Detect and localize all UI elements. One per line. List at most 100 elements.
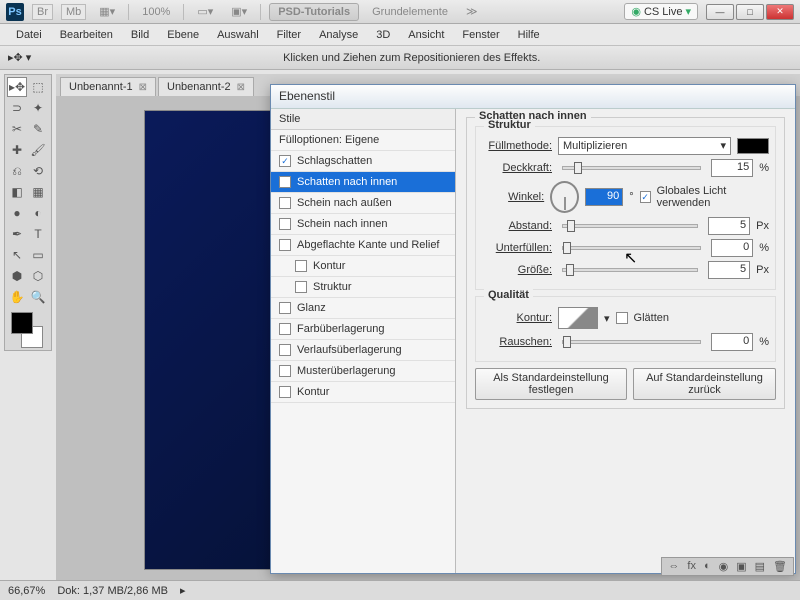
menu-3d[interactable]: 3D — [368, 27, 398, 43]
zoom-tool[interactable]: 🔍 — [28, 287, 48, 307]
style-schein-innen[interactable]: Schein nach innen — [271, 214, 455, 235]
contour-picker[interactable] — [558, 307, 598, 329]
eyedropper-tool[interactable]: ✎ — [28, 119, 48, 139]
style-bevel-kontur[interactable]: Kontur — [271, 256, 455, 277]
blend-options[interactable]: Fülloptionen: Eigene — [271, 130, 455, 151]
checkbox[interactable] — [279, 218, 291, 230]
marquee-tool[interactable]: ⬚ — [28, 77, 48, 97]
noise-input[interactable]: 0 — [711, 333, 753, 351]
style-verlauf[interactable]: Verlaufsüberlagerung — [271, 340, 455, 361]
layout-icon[interactable]: ▦▾ — [94, 3, 120, 20]
workspace-grund[interactable]: Grundelemente — [367, 4, 453, 20]
cslive-button[interactable]: ◉ CS Live ▾ — [624, 3, 698, 20]
3d-cam-tool[interactable]: ⬡ — [28, 266, 48, 286]
path-tool[interactable]: ↖ — [7, 245, 27, 265]
zoom-level[interactable]: 100% — [137, 4, 175, 20]
choke-input[interactable]: 0 — [711, 239, 753, 257]
new-icon[interactable]: ▤ — [755, 560, 765, 573]
pen-tool[interactable]: ✒ — [7, 224, 27, 244]
distance-input[interactable]: 5 — [708, 217, 750, 235]
fg-swatch[interactable] — [11, 312, 33, 334]
more-icon[interactable]: ≫ — [461, 3, 483, 20]
shape-tool[interactable]: ▭ — [28, 245, 48, 265]
choke-slider[interactable] — [562, 246, 701, 250]
link-icon[interactable]: ⇔ — [668, 560, 679, 573]
checkbox[interactable]: ✓ — [279, 155, 291, 167]
blendmode-select[interactable]: Multiplizieren — [558, 137, 731, 155]
menu-filter[interactable]: Filter — [269, 27, 309, 43]
angle-dial[interactable] — [550, 181, 579, 213]
menu-auswahl[interactable]: Auswahl — [209, 27, 267, 43]
checkbox[interactable] — [279, 302, 291, 314]
menu-ansicht[interactable]: Ansicht — [400, 27, 452, 43]
style-muster[interactable]: Musterüberlagerung — [271, 361, 455, 382]
opacity-slider[interactable] — [562, 166, 701, 170]
noise-slider[interactable] — [562, 340, 701, 344]
lasso-tool[interactable]: ⊃ — [7, 98, 27, 118]
styles-header[interactable]: Stile — [271, 109, 455, 130]
checkbox[interactable] — [279, 323, 291, 335]
make-default-button[interactable]: Als Standardeinstellung festlegen — [475, 368, 627, 400]
style-kontur[interactable]: Kontur — [271, 382, 455, 403]
mb-icon[interactable]: Mb — [61, 4, 86, 20]
fx-icon[interactable]: fx — [687, 560, 696, 573]
move-tool[interactable]: ▸✥ — [7, 77, 27, 97]
menu-datei[interactable]: Datei — [8, 27, 50, 43]
menu-analyse[interactable]: Analyse — [311, 27, 366, 43]
hand-tool[interactable]: ✋ — [7, 287, 27, 307]
distance-slider[interactable] — [562, 224, 698, 228]
move-tool-icon[interactable]: ▸✥ ▾ — [8, 51, 31, 64]
history-tool[interactable]: ⟲ — [28, 161, 48, 181]
style-schatten-innen[interactable]: ✓Schatten nach innen — [271, 172, 455, 193]
close-icon[interactable]: ⊠ — [139, 82, 147, 93]
color-swatches[interactable] — [7, 312, 47, 348]
style-farbe[interactable]: Farbüberlagerung — [271, 319, 455, 340]
menu-bearbeiten[interactable]: Bearbeiten — [52, 27, 121, 43]
heal-tool[interactable]: ✚ — [7, 140, 27, 160]
3d-tool[interactable]: ⬢ — [7, 266, 27, 286]
workspace-psd[interactable]: PSD-Tutorials — [269, 3, 359, 21]
size-input[interactable]: 5 — [708, 261, 750, 279]
reset-default-button[interactable]: Auf Standardeinstellung zurück — [633, 368, 776, 400]
angle-input[interactable]: 90 — [585, 188, 623, 206]
maximize-button[interactable]: □ — [736, 4, 764, 20]
style-bevel[interactable]: Abgeflachte Kante und Relief — [271, 235, 455, 256]
doc-tab-2[interactable]: Unbenannt-2⊠ — [158, 77, 254, 96]
checkbox[interactable] — [279, 344, 291, 356]
checkbox[interactable] — [279, 239, 291, 251]
close-icon[interactable]: ⊠ — [237, 82, 245, 93]
minimize-button[interactable]: — — [706, 4, 734, 20]
style-glanz[interactable]: Glanz — [271, 298, 455, 319]
doc-tab-1[interactable]: Unbenannt-1⊠ — [60, 77, 156, 96]
style-bevel-struktur[interactable]: Struktur — [271, 277, 455, 298]
status-doc[interactable]: Dok: 1,37 MB/2,86 MB — [57, 585, 168, 597]
brush-tool[interactable]: 🖌 — [28, 140, 48, 160]
crop-tool[interactable]: ✂ — [7, 119, 27, 139]
checkbox[interactable] — [295, 260, 307, 272]
folder-icon[interactable]: ▣ — [736, 560, 746, 573]
color-swatch[interactable] — [737, 138, 769, 154]
size-slider[interactable] — [562, 268, 698, 272]
close-button[interactable]: ✕ — [766, 4, 794, 20]
opacity-input[interactable]: 15 — [711, 159, 753, 177]
menu-hilfe[interactable]: Hilfe — [510, 27, 548, 43]
blur-tool[interactable]: ● — [7, 203, 27, 223]
checkbox[interactable] — [279, 197, 291, 209]
mask-icon[interactable]: ◐ — [704, 560, 711, 573]
screen-icon[interactable]: ▣▾ — [226, 3, 252, 20]
view-icon[interactable]: ▭▾ — [192, 3, 218, 20]
antialias-checkbox[interactable] — [616, 312, 628, 324]
type-tool[interactable]: T — [28, 224, 48, 244]
checkbox[interactable] — [295, 281, 307, 293]
eraser-tool[interactable]: ◧ — [7, 182, 27, 202]
menu-ebene[interactable]: Ebene — [159, 27, 207, 43]
checkbox[interactable]: ✓ — [279, 176, 291, 188]
stamp-tool[interactable]: ⎌ — [7, 161, 27, 181]
menu-bild[interactable]: Bild — [123, 27, 157, 43]
dodge-tool[interactable]: ◐ — [28, 203, 48, 223]
style-schein-aussen[interactable]: Schein nach außen — [271, 193, 455, 214]
wand-tool[interactable]: ✦ — [28, 98, 48, 118]
adjust-icon[interactable]: ◉ — [719, 560, 729, 573]
checkbox[interactable] — [279, 386, 291, 398]
menu-fenster[interactable]: Fenster — [454, 27, 507, 43]
